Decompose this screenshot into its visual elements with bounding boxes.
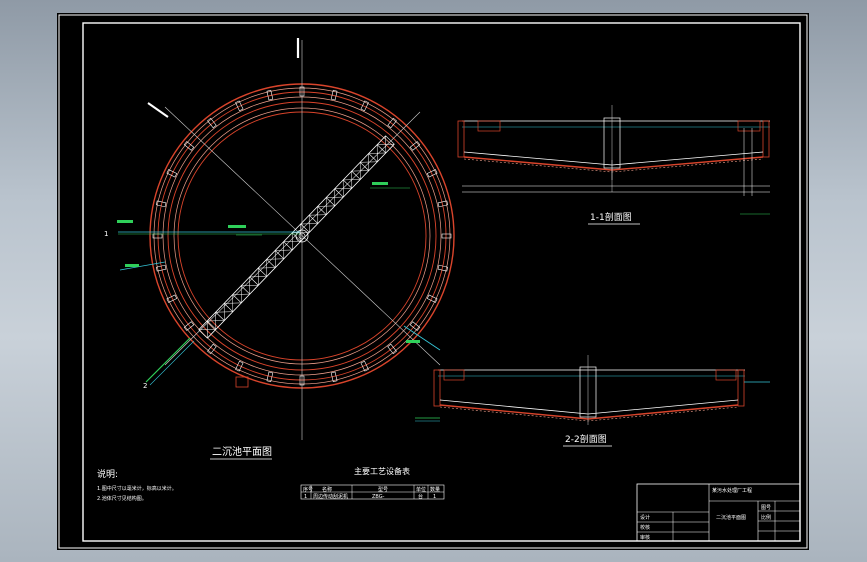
table-header: 单位 [416, 486, 426, 493]
table-cell: 1 [304, 494, 307, 500]
section-1-1-title: 1-1剖面图 [590, 211, 632, 223]
table-header: 型号 [378, 486, 388, 493]
pipe-label [117, 220, 133, 223]
table-header: 序号 [303, 486, 313, 493]
table-header: 数量 [430, 486, 440, 493]
pipe-label [228, 225, 246, 228]
section-2-2-title: 2-2剖面图 [565, 433, 607, 445]
notes-title: 说明: [97, 468, 118, 480]
table-cell: 1 [433, 494, 436, 500]
pipe-label [406, 340, 420, 343]
title-block-field: 设计 [640, 514, 650, 521]
table-header: 名称 [322, 486, 332, 493]
table-cell: ZBG- [372, 494, 385, 500]
note-line: 1.图中尺寸以毫米计，标高以米计。 [97, 485, 177, 492]
table-cell: 台 [418, 493, 423, 500]
title-block-field: 校核 [640, 524, 650, 531]
cad-drawing-sheet: 1 2 1-1剖面图 2-2剖面图 二沉池平面图 说明: 1.图中尺寸以毫米计，… [57, 13, 809, 550]
cad-viewport[interactable]: 1 2 1-1剖面图 2-2剖面图 二沉池平面图 说明: 1.图中尺寸以毫米计，… [0, 0, 867, 562]
title-block-field: 图号 [761, 505, 771, 511]
project-name: 某污水处理厂工程 [712, 487, 752, 494]
title-block-field: 审核 [640, 534, 650, 541]
section-mark: 1 [104, 230, 108, 238]
pipe-label [125, 264, 139, 267]
title-block-field: 比例 [761, 514, 771, 521]
equipment-table-title: 主要工艺设备表 [354, 466, 410, 476]
drawing-name: 二沉池平面图 [716, 514, 746, 521]
table-cell: 周边传动刮泥机 [313, 493, 348, 500]
pipe-label [372, 182, 388, 185]
plan-view-title: 二沉池平面图 [212, 445, 272, 458]
section-mark: 2 [143, 382, 147, 390]
note-line: 2.池体尺寸见结构图。 [97, 495, 147, 502]
